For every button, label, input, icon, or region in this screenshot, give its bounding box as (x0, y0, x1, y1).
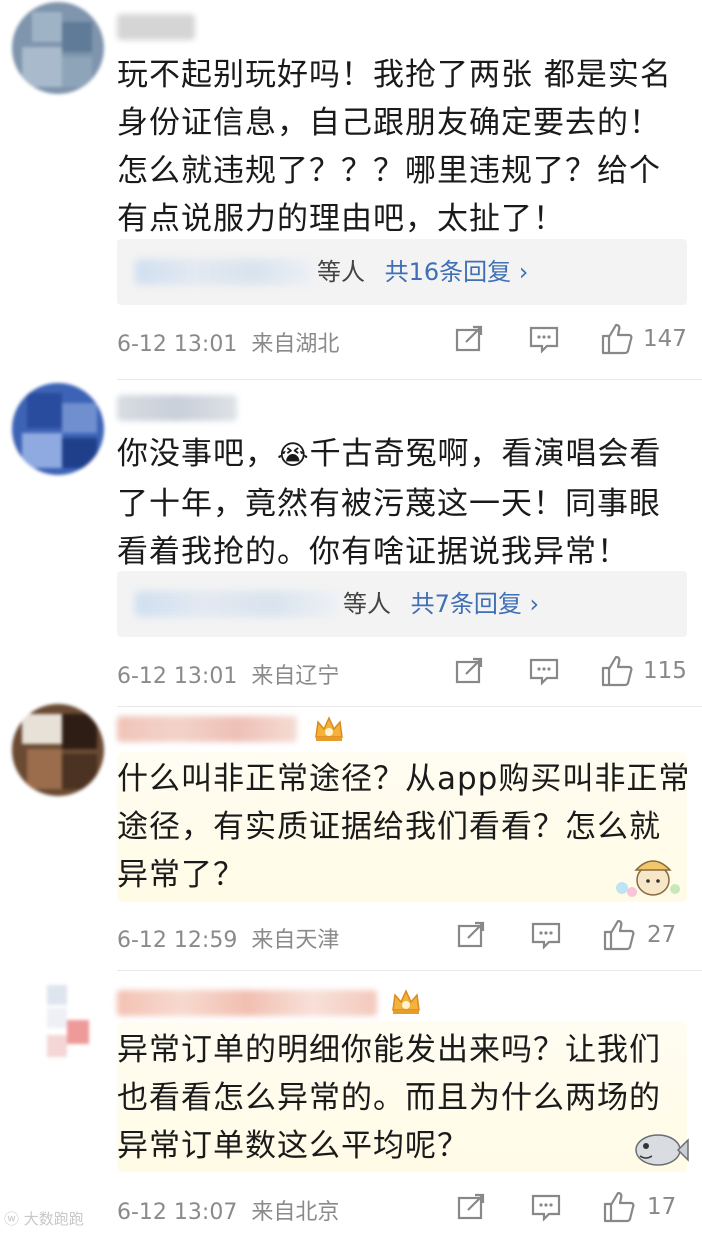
cartoon-sticker-icon (635, 1134, 689, 1166)
username-redacted (117, 990, 377, 1016)
comment-icon[interactable] (527, 654, 561, 688)
comment-time: 6-12 13:07 (117, 1200, 238, 1225)
thumbs-up-icon[interactable] (602, 918, 636, 952)
crying-emoji-icon: 😭 (277, 440, 310, 471)
like-count: 27 (647, 922, 677, 948)
replies-preview[interactable]: 等人 共16条回复 › (117, 239, 687, 305)
comment-text: 你没事吧，😭千古奇冤啊，看演唱会看了十年，竟然有被污蔑这一天！同事眼看着我抢的。… (117, 436, 662, 570)
share-icon[interactable] (452, 322, 486, 356)
comment-text: 玩不起别玩好吗！我抢了两张 都是实名身份证信息，自己跟朋友确定要去的！怎么就违规… (117, 57, 672, 237)
comment-meta: 6-12 13:07 来自北京 17 (117, 1188, 687, 1228)
like-count: 147 (643, 326, 687, 352)
comment-time: 6-12 13:01 (117, 664, 238, 689)
comment-meta: 6-12 13:01 来自辽宁 115 (117, 652, 687, 692)
share-icon[interactable] (452, 654, 486, 688)
thumbs-up-icon[interactable] (600, 322, 634, 356)
thumbs-up-icon[interactable] (602, 1190, 636, 1224)
divider (117, 379, 702, 380)
view-replies-link[interactable]: 共16条回复 › (385, 258, 529, 286)
divider (117, 706, 702, 707)
divider (117, 970, 702, 971)
replies-suffix: 等人 (317, 258, 365, 286)
comment-icon[interactable] (529, 1190, 563, 1224)
share-icon[interactable] (454, 1190, 488, 1224)
username-redacted (117, 716, 297, 742)
comment-icon[interactable] (529, 918, 563, 952)
avatar[interactable] (12, 980, 104, 1072)
comment-meta: 6-12 13:01 来自湖北 147 (117, 320, 687, 360)
comment-icon[interactable] (527, 322, 561, 356)
cartoon-sticker-icon (616, 860, 680, 897)
like-count: 115 (643, 658, 687, 684)
replies-preview[interactable]: 等人 共7条回复 › (117, 571, 687, 637)
avatar[interactable] (12, 383, 104, 475)
comment-location: 来自北京 (251, 1200, 340, 1225)
username-redacted (117, 395, 237, 421)
thumbs-up-icon[interactable] (600, 654, 634, 688)
view-replies-link[interactable]: 共7条回复 › (411, 590, 540, 618)
avatar[interactable] (12, 704, 104, 796)
vip-crown-icon (315, 716, 343, 741)
comment-time: 6-12 13:01 (117, 332, 238, 357)
comment-text: 什么叫非正常途径？从app购买叫非正常途径，有实质证据给我们看看？怎么就异常了？ (117, 761, 691, 893)
comment-text: 异常订单的明细你能发出来吗？让我们也看看怎么异常的。而且为什么两场的异常订单数这… (117, 1032, 661, 1164)
weibo-logo-icon: ⓦ (4, 1210, 24, 1228)
comment-location: 来自天津 (251, 928, 340, 953)
share-icon[interactable] (454, 918, 488, 952)
replies-suffix: 等人 (343, 590, 391, 618)
comment-location: 来自湖北 (251, 332, 340, 357)
vip-crown-icon (392, 989, 420, 1014)
watermark: ⓦ 大数跑跑 (4, 1210, 84, 1228)
comment-location: 来自辽宁 (251, 664, 340, 689)
like-count: 17 (647, 1194, 677, 1220)
comment-time: 6-12 12:59 (117, 928, 238, 953)
comment-meta: 6-12 12:59 来自天津 27 (117, 916, 687, 956)
username-redacted (117, 14, 195, 40)
avatar[interactable] (12, 2, 104, 94)
